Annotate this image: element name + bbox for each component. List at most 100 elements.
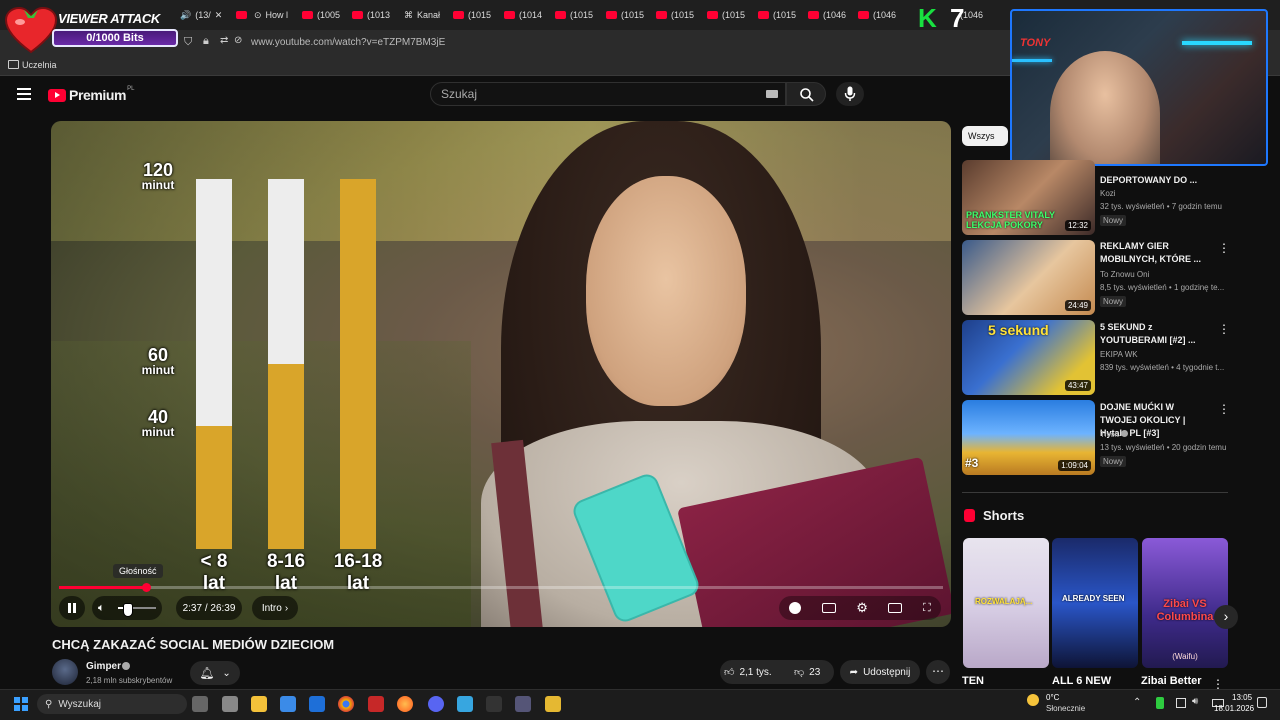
progress-knob[interactable]	[141, 583, 151, 592]
tab[interactable]: (1005	[302, 6, 340, 24]
short-thumbnail[interactable]: ALREADY SEEN	[1052, 538, 1138, 668]
clock-date[interactable]: 18.01.2026	[1214, 704, 1254, 713]
search-button[interactable]	[786, 82, 826, 106]
video-player[interactable]: < 8 lat 8-16 lat 16-18 lat 120 minut 60 minut 40 mi…	[51, 121, 951, 627]
channel-avatar[interactable]	[52, 659, 78, 685]
menu-icon[interactable]	[17, 88, 31, 100]
progress-fill	[59, 586, 146, 589]
windows-start-icon[interactable]	[14, 697, 28, 711]
url-field[interactable]: www.youtube.com/watch?v=eTZPM7BM3jE	[251, 37, 445, 48]
firefox-icon[interactable]	[397, 696, 413, 712]
more-options-icon[interactable]: ⋮	[1218, 322, 1230, 336]
video-title[interactable]: DEPORTOWANY DO ...	[1100, 174, 1210, 187]
tab[interactable]: (1015	[555, 6, 593, 24]
more-options-icon[interactable]: ⋮	[1218, 402, 1230, 416]
new-badge: Nowy	[1100, 296, 1127, 307]
mail-icon[interactable]	[309, 696, 325, 712]
youtube-icon	[707, 11, 718, 19]
like-button[interactable]: 👍︎ 2,1 tys.	[724, 660, 772, 684]
task-view-icon[interactable]	[192, 696, 208, 712]
app-icon[interactable]	[486, 696, 502, 712]
more-actions-button[interactable]: ⋯	[926, 660, 950, 684]
channel-name[interactable]: Kozi	[1100, 189, 1116, 198]
search-input[interactable]: Szukaj	[430, 82, 786, 106]
subtitles-icon[interactable]	[821, 603, 836, 613]
discord-icon[interactable]	[428, 696, 444, 712]
taskbar-search[interactable]: ⚲ Wyszukaj	[37, 694, 187, 714]
share-button[interactable]: ➦ Udostępnij	[840, 660, 920, 684]
photos-icon[interactable]	[457, 696, 473, 712]
channel-name[interactable]: EKIPA WK	[1100, 350, 1138, 359]
fullscreen-icon[interactable]: ⛶	[923, 602, 931, 615]
filter-chip[interactable]: Wszys	[962, 126, 1008, 146]
no-track-icon[interactable]: ⊘	[234, 35, 242, 46]
keyboard-icon[interactable]	[766, 90, 778, 98]
youtube-logo[interactable]: Premium PL	[48, 86, 134, 104]
app-icon[interactable]	[545, 696, 561, 712]
short-title[interactable]: Zibai Better	[1141, 675, 1202, 687]
store-icon[interactable]	[280, 696, 296, 712]
app-icon[interactable]	[368, 696, 384, 712]
short-title[interactable]: ALL 6 NEW	[1052, 675, 1111, 687]
channel-name[interactable]: Tivolt	[1100, 430, 1129, 439]
file-explorer-icon[interactable]	[251, 696, 267, 712]
short-thumbnail[interactable]: Zibai VS Columbina (Waifu)	[1142, 538, 1228, 668]
notification-icon[interactable]	[1257, 697, 1267, 708]
autoplay-toggle-icon[interactable]	[789, 602, 802, 614]
video-title[interactable]: 5 SEKUND z YOUTUBERAMI [#2] ...	[1100, 321, 1210, 347]
tab[interactable]: ⊙ How l	[236, 6, 288, 24]
permissions-icon[interactable]: ⇄	[220, 35, 228, 46]
chrome-icon[interactable]	[338, 696, 354, 712]
app-icon[interactable]	[222, 696, 238, 712]
app-icon[interactable]	[515, 696, 531, 712]
more-options-icon[interactable]: ⋮	[1218, 241, 1230, 255]
tab[interactable]: (1015	[606, 6, 644, 24]
duration-badge: 12:32	[1064, 220, 1091, 231]
shield-icon[interactable]: ⛉	[184, 36, 192, 49]
notification-button[interactable]: 🔔︎ ⌄	[190, 661, 240, 685]
pause-button[interactable]	[59, 596, 85, 620]
video-thumbnail[interactable]: #3 1:09:04	[962, 400, 1095, 475]
tab[interactable]: (1015	[656, 6, 694, 24]
tab[interactable]: (1013	[352, 6, 390, 24]
chapter-button[interactable]: Intro ›	[252, 596, 298, 620]
tab[interactable]: ⌘ Kanał	[404, 6, 440, 24]
progress-bar[interactable]	[59, 583, 943, 592]
tab[interactable]: (1046	[808, 6, 846, 24]
short-thumbnail[interactable]: ROZWALAJĄ...	[963, 538, 1049, 668]
dislike-button[interactable]: 👎︎ 23	[794, 660, 820, 684]
volume-icon[interactable]: 🔊︎	[1192, 696, 1198, 707]
tab[interactable]: (1015	[707, 6, 745, 24]
channel-name[interactable]: To Znowu Oni	[1100, 270, 1149, 279]
y-tick-unit: minut	[141, 363, 175, 377]
channel-name[interactable]: Gimper	[86, 661, 121, 672]
bookmark-folder[interactable]: Uczelnia	[22, 60, 57, 70]
tab[interactable]: (1046	[858, 6, 896, 24]
y-tick-unit: minut	[141, 178, 175, 192]
video-title[interactable]: REKLAMY GIER MOBILNYCH, KTÓRE ...	[1100, 240, 1210, 266]
miniplayer-icon[interactable]	[888, 603, 903, 613]
tray-icon[interactable]	[1156, 697, 1164, 709]
youtube-icon	[858, 11, 869, 19]
short-title[interactable]: TEN	[962, 675, 984, 687]
tab[interactable]: (1014	[504, 6, 542, 24]
chevron-up-icon[interactable]: ⌃	[1133, 697, 1141, 708]
video-thumbnail[interactable]: 5 sekund 43:47	[962, 320, 1095, 395]
youtube-icon	[504, 11, 515, 19]
tab[interactable]: (1015	[758, 6, 796, 24]
video-thumbnail[interactable]: 24:49	[962, 240, 1095, 315]
shorts-heading: Shorts	[983, 508, 1025, 523]
tab-active[interactable]: 🔊 (13/✕	[180, 6, 222, 24]
video-thumbnail[interactable]: PRANKSTER VITALY LEKCJA POKORY 12:32	[962, 160, 1095, 235]
network-icon[interactable]	[1176, 698, 1186, 708]
tab[interactable]: (1015	[453, 6, 491, 24]
lock-icon[interactable]: 🔒︎	[203, 35, 209, 48]
settings-icon[interactable]: ⚙	[856, 600, 868, 616]
video-meta: 32 tys. wyświetleń • 7 godzin temu	[1100, 202, 1222, 211]
shorts-next-button[interactable]: ›	[1214, 605, 1238, 629]
clock-time[interactable]: 13:05	[1232, 693, 1252, 702]
voice-search-button[interactable]	[836, 82, 864, 106]
volume-icon[interactable]: 🔈︎	[98, 602, 105, 615]
close-icon[interactable]: ✕	[215, 10, 223, 21]
time-display: 2:37 / 26:39	[176, 596, 242, 620]
